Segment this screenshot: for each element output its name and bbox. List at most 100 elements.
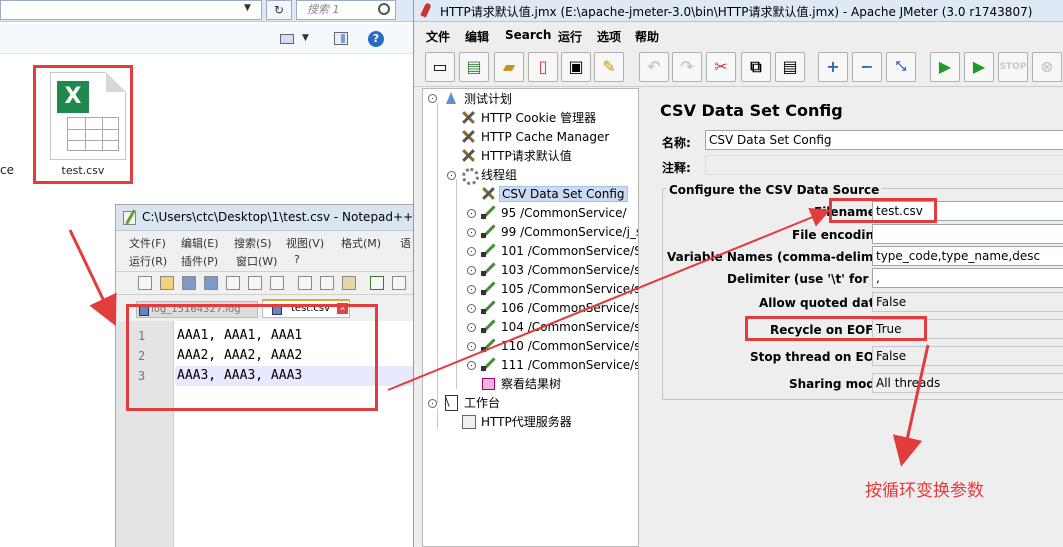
address-input[interactable] xyxy=(0,0,262,20)
cut-icon[interactable]: ✂ xyxy=(706,52,736,82)
tree-node-view-results[interactable]: 察看结果树 xyxy=(480,375,561,394)
menu-search[interactable]: 搜索(S) xyxy=(234,235,272,251)
workbench-icon xyxy=(443,395,459,411)
comment-input[interactable] xyxy=(705,155,1063,175)
tree-node-sampler[interactable]: 111 /CommonService/se xyxy=(480,356,638,375)
expand-handle-icon[interactable] xyxy=(467,285,476,294)
menu-file[interactable]: 文件(F) xyxy=(129,235,166,251)
save-as-icon[interactable]: ✎ xyxy=(594,52,624,82)
expand-handle-icon[interactable] xyxy=(467,304,476,313)
filename-highlight-box xyxy=(829,198,937,223)
sampler-icon xyxy=(480,319,496,333)
undo-icon[interactable] xyxy=(370,276,384,290)
tree-node-thread-group[interactable]: 线程组 xyxy=(460,166,517,185)
redo-icon[interactable] xyxy=(392,276,406,290)
tree-node-sampler[interactable]: 103 /CommonService/se xyxy=(480,261,638,280)
toggle-icon[interactable]: ⤡ xyxy=(886,52,916,82)
test-plan-icon xyxy=(443,91,459,105)
tree-node-sampler[interactable]: 106 /CommonService/se xyxy=(480,299,638,318)
close-all-icon[interactable] xyxy=(248,276,262,290)
paste-icon[interactable] xyxy=(342,276,356,290)
view-dropdown-icon[interactable]: ▼ xyxy=(302,33,309,43)
allow-quoted-select[interactable]: False xyxy=(872,292,1063,312)
name-input[interactable]: CSV Data Set Config xyxy=(705,130,1063,150)
name-label: 名称: xyxy=(662,136,691,150)
test-plan-tree[interactable]: 测试计划 HTTP Cookie 管理器 HTTP Cache Manager … xyxy=(422,88,639,547)
stop-icon: STOP xyxy=(998,52,1028,82)
tree-node-sampler[interactable]: 104 /CommonService/se xyxy=(480,318,638,337)
expand-handle-icon[interactable] xyxy=(467,323,476,332)
expand-handle-icon[interactable] xyxy=(467,342,476,351)
refresh-icon[interactable]: ↻ xyxy=(266,0,292,20)
menu-format[interactable]: 格式(M) xyxy=(341,235,381,251)
save-icon[interactable] xyxy=(182,276,196,290)
tree-node-cache-manager[interactable]: HTTP Cache Manager xyxy=(460,128,609,147)
menu-file[interactable]: 文件 xyxy=(426,28,450,45)
tree-node-request-defaults[interactable]: HTTP请求默认值 xyxy=(460,147,572,166)
jmeter-titlebar[interactable]: HTTP请求默认值.jmx (E:\apache-jmeter-3.0\bin\… xyxy=(414,0,1063,22)
start-icon[interactable]: ▶ xyxy=(930,52,960,82)
expand-icon[interactable]: + xyxy=(818,52,848,82)
print-icon[interactable] xyxy=(270,276,284,290)
notepad-titlebar[interactable]: C:\Users\ctc\Desktop\1\test.csv - Notepa… xyxy=(116,205,422,231)
menu-run[interactable]: 运行(R) xyxy=(129,253,167,269)
expand-handle-icon[interactable] xyxy=(467,266,476,275)
stop-thread-select[interactable]: False xyxy=(872,346,1063,366)
expand-handle-icon[interactable] xyxy=(467,228,476,237)
copy-icon[interactable]: ⧉ xyxy=(741,52,771,82)
search-icon[interactable] xyxy=(378,3,390,15)
save-icon[interactable]: ▣ xyxy=(561,52,591,82)
tree-node-cookie-manager[interactable]: HTTP Cookie 管理器 xyxy=(460,109,596,128)
open-icon[interactable]: ▰ xyxy=(494,52,524,82)
tree-node-sampler[interactable]: 101 /CommonService/S xyxy=(480,242,638,261)
menu-help[interactable]: 帮助 xyxy=(635,28,659,45)
menu-view[interactable]: 视图(V) xyxy=(286,235,324,251)
expand-handle-icon[interactable] xyxy=(467,247,476,256)
variable-names-input[interactable]: type_code,type_name,desc xyxy=(872,246,1063,266)
collapse-icon[interactable]: − xyxy=(852,52,882,82)
menu-language[interactable]: 语 xyxy=(400,235,411,251)
menu-help[interactable]: ? xyxy=(294,253,300,266)
change-view-icon[interactable] xyxy=(280,34,294,44)
tree-node-sampler[interactable]: 95 /CommonService/ xyxy=(480,204,627,223)
copy-icon[interactable] xyxy=(320,276,334,290)
encoding-input[interactable] xyxy=(872,224,1063,244)
expand-handle-icon[interactable] xyxy=(467,361,476,370)
new-file-icon[interactable] xyxy=(138,276,152,290)
menu-run[interactable]: 运行 xyxy=(558,28,582,45)
menu-options[interactable]: 选项 xyxy=(597,28,621,45)
templates-icon[interactable]: ▤ xyxy=(459,52,489,82)
tree-node-workbench[interactable]: 工作台 xyxy=(443,394,500,413)
tree-node-proxy[interactable]: HTTP代理服务器 xyxy=(460,413,572,432)
menu-edit[interactable]: 编辑(E) xyxy=(181,235,219,251)
close-icon[interactable]: ▯ xyxy=(528,52,558,82)
save-all-icon[interactable] xyxy=(204,276,218,290)
cut-icon[interactable] xyxy=(298,276,312,290)
delimiter-input[interactable]: , xyxy=(872,268,1063,288)
menu-plugins[interactable]: 插件(P) xyxy=(181,253,218,269)
open-file-icon[interactable] xyxy=(160,276,174,290)
expand-handle-icon[interactable] xyxy=(447,171,456,180)
close-file-icon[interactable] xyxy=(226,276,240,290)
proxy-icon xyxy=(460,414,476,429)
address-dropdown-icon[interactable]: ▼ xyxy=(244,3,251,13)
expand-handle-icon[interactable] xyxy=(428,94,437,103)
preview-pane-icon[interactable] xyxy=(334,32,348,45)
expand-handle-icon[interactable] xyxy=(467,209,476,218)
sharing-mode-select[interactable]: All threads xyxy=(872,373,1063,393)
help-icon[interactable]: ? xyxy=(368,31,384,47)
menu-edit[interactable]: 编辑 xyxy=(465,28,489,45)
menu-window[interactable]: 窗口(W) xyxy=(236,253,277,269)
comment-label: 注释: xyxy=(662,161,691,175)
tree-node-sampler[interactable]: 110 /CommonService/se xyxy=(480,337,638,356)
expand-handle-icon[interactable] xyxy=(428,399,437,408)
start-no-pause-icon[interactable]: ▶ xyxy=(964,52,994,82)
tree-node-test-plan[interactable]: 测试计划 xyxy=(443,90,512,109)
tree-node-sampler[interactable]: 105 /CommonService/se xyxy=(480,280,638,299)
tree-node-sampler[interactable]: 99 /CommonService/j_s xyxy=(480,223,638,242)
paste-icon[interactable]: ▤ xyxy=(775,52,805,82)
new-icon[interactable]: ▭ xyxy=(425,52,455,82)
menu-search[interactable]: Search xyxy=(505,28,551,42)
csv-file-item[interactable]: X test.csv xyxy=(33,65,133,184)
tree-node-csv-config[interactable]: CSV Data Set Config xyxy=(480,185,628,204)
